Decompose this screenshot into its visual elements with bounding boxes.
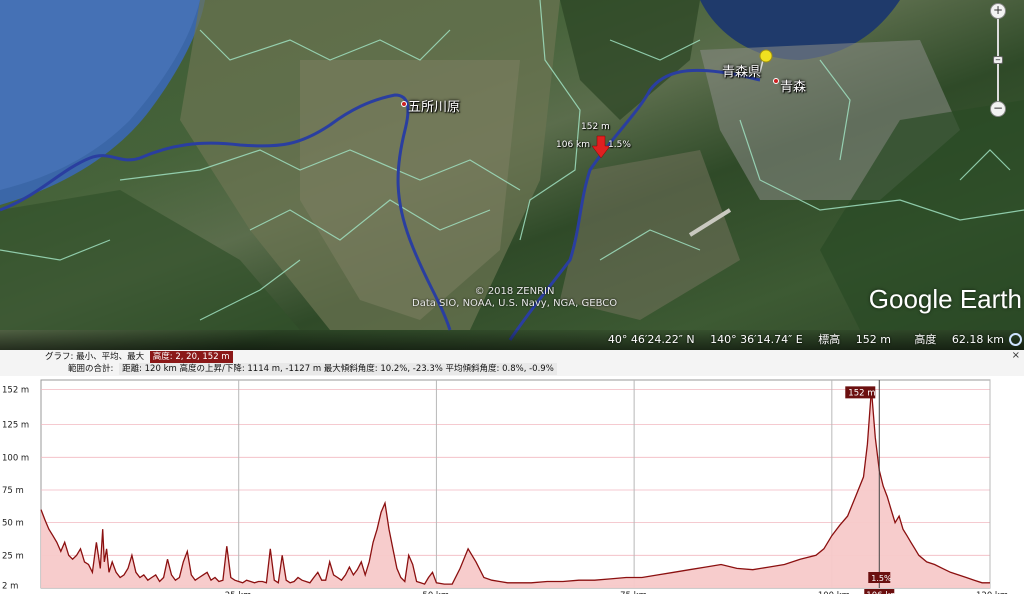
place-dot-aomori — [773, 78, 779, 84]
y-tick-label: 100 m — [2, 453, 29, 463]
marker-distance: 106 km — [556, 140, 591, 150]
cursor-grade-label: 1.5% — [871, 574, 892, 583]
zoom-out-button[interactable]: − — [990, 101, 1006, 117]
coordinates-status-bar: 40° 46′24.22″ N 140° 36′14.74″ E 標高 152 … — [0, 330, 1024, 350]
status-elevation-label: 標高 — [818, 333, 841, 346]
profile-range-row: 範囲の合計: 距離: 120 km 高度の上昇/下降: 1114 m, -112… — [65, 363, 557, 375]
y-tick-label: 50 m — [2, 519, 24, 529]
elevation-chart[interactable]: 152 m125 m100 m75 m50 m25 m2 m25 km50 km… — [0, 376, 1024, 594]
status-elevation-value: 152 m — [855, 333, 891, 346]
close-profile-button[interactable]: × — [1012, 350, 1020, 362]
copyright-line-2: Data SIO, NOAA, U.S. Navy, NGA, GEBCO — [412, 298, 618, 309]
google-earth-logo: Google Earth — [868, 284, 1022, 314]
zoom-in-button[interactable]: + — [990, 3, 1006, 19]
place-label-goshogawara[interactable]: 五所川原 — [408, 96, 460, 115]
elevation-chart-svg[interactable]: 152 m125 m100 m75 m50 m25 m2 m25 km50 km… — [0, 376, 1024, 594]
y-tick-label: 2 m — [2, 581, 18, 591]
place-dot-goshogawara — [401, 101, 407, 107]
y-tick-label: 75 m — [2, 486, 24, 496]
range-total-label: 範囲の合計: — [68, 364, 114, 374]
y-tick-label: 25 m — [2, 551, 24, 561]
profile-summary-row: グラフ: 最小、平均、最大 高度: 2, 20, 152 m — [42, 351, 233, 363]
status-longitude: 140° 36′14.74″ E — [710, 333, 803, 346]
cursor-value-label: 152 m — [848, 388, 875, 398]
place-label-aomori-pref[interactable]: 青森県 — [722, 61, 761, 80]
elevation-profile-panel[interactable]: グラフ: 最小、平均、最大 高度: 2, 20, 152 m 範囲の合計: 距離… — [0, 350, 1024, 594]
status-latitude: 40° 46′24.22″ N — [607, 333, 695, 346]
y-tick-label: 125 m — [2, 421, 29, 431]
zoom-control[interactable]: + − − — [988, 0, 1008, 120]
marker-grade: 1.5% — [608, 140, 631, 150]
zoom-slider-handle[interactable]: − — [993, 56, 1003, 64]
status-altitude-value: 62.18 km — [951, 333, 1004, 346]
place-label-aomori[interactable]: 青森 — [780, 76, 806, 95]
graph-stats-values[interactable]: 高度: 2, 20, 152 m — [149, 351, 233, 363]
streaming-status-icon — [1009, 333, 1022, 346]
marker-elevation: 152 m — [581, 122, 610, 132]
range-total-values: 距離: 120 km 高度の上昇/下降: 1114 m, -1127 m 最大傾… — [119, 363, 557, 375]
map-copyright: © 2018 ZENRIN Data SIO, NOAA, U.S. Navy,… — [412, 286, 617, 310]
y-tick-label: 152 m — [2, 385, 29, 395]
profile-header: グラフ: 最小、平均、最大 高度: 2, 20, 152 m 範囲の合計: 距離… — [0, 350, 1024, 376]
map-view[interactable]: 五所川原 青森県 青森 152 m 106 km 1.5% © 2018 ZEN… — [0, 0, 1024, 350]
copyright-line-1: © 2018 ZENRIN — [474, 286, 555, 297]
graph-stats-label: グラフ: 最小、平均、最大 — [45, 352, 145, 362]
status-altitude-label: 高度 — [914, 333, 937, 346]
